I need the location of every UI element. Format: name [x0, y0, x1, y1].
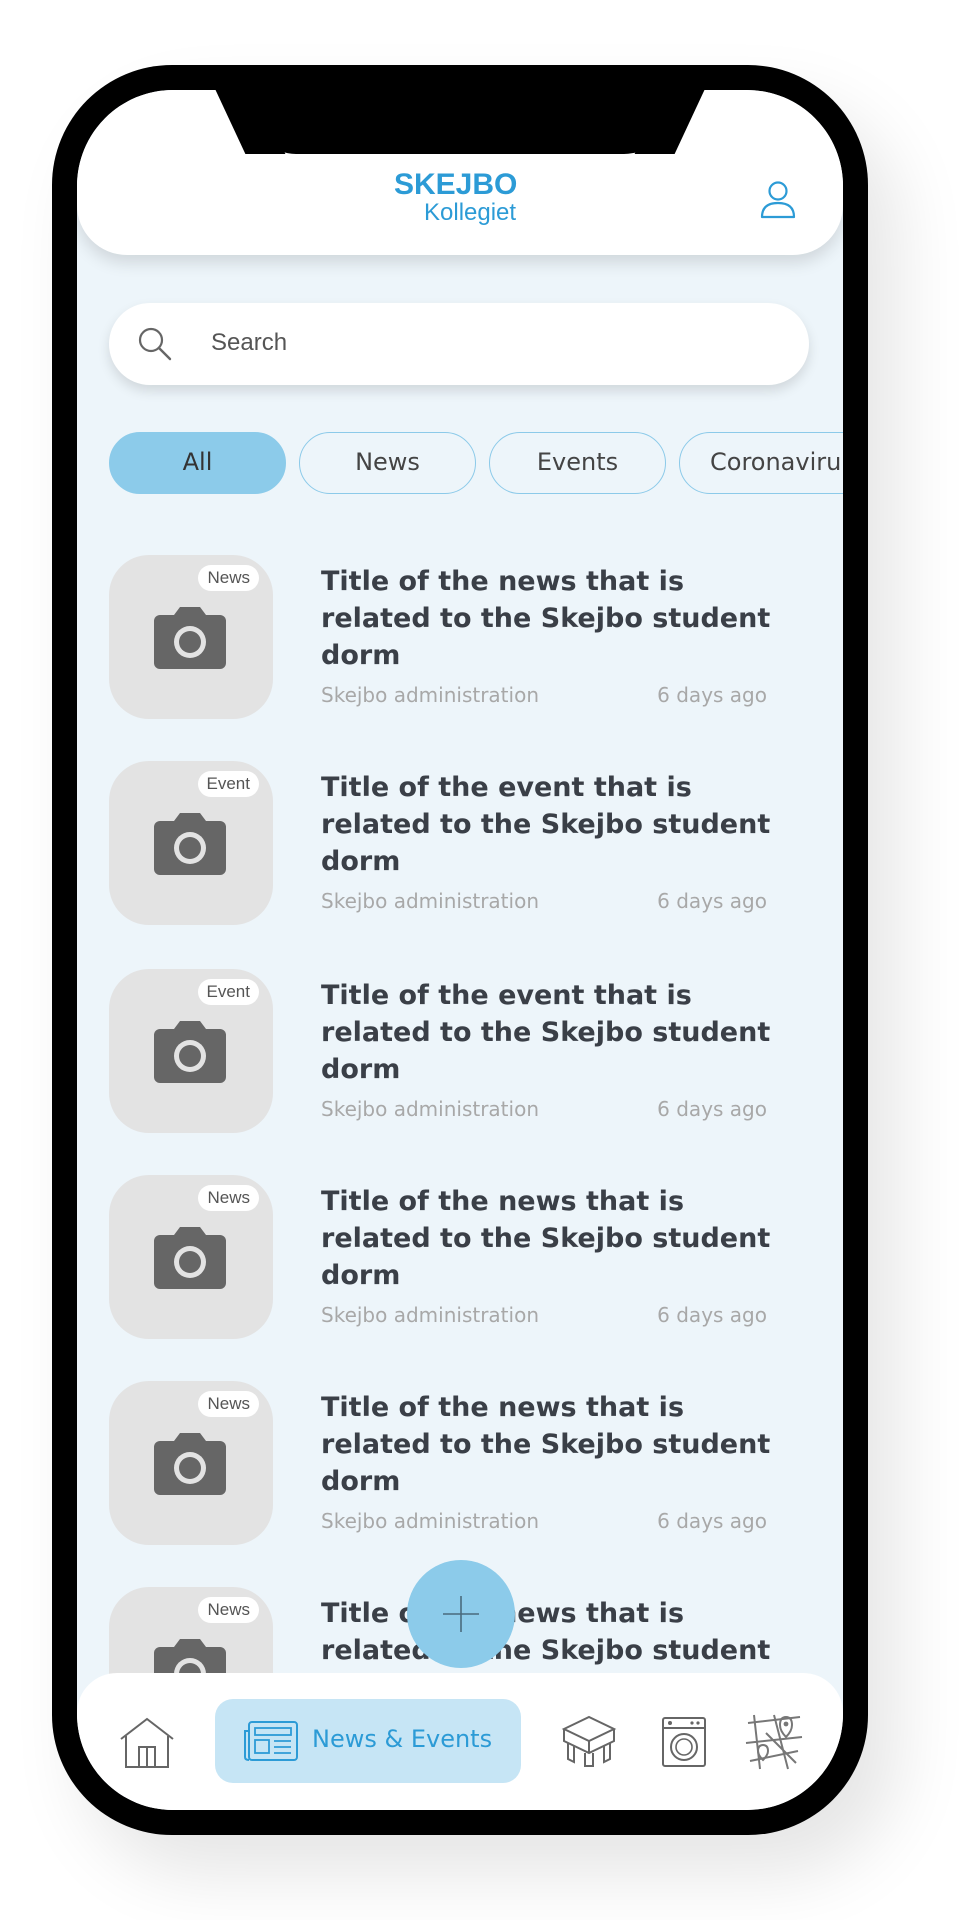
feed-item-title: Title of the news that is related to the…	[321, 1186, 771, 1291]
feed-item[interactable]: News Title of the news that is related to…	[109, 1381, 809, 1545]
feed-item[interactable]: News Title of the news that is related to…	[109, 1175, 809, 1339]
feed-item-title: Title of the event that is related to th…	[321, 980, 771, 1085]
app-screen: SKEJBO Kollegiet Search All News Events …	[77, 90, 843, 1810]
washing-machine-icon[interactable]	[660, 1715, 708, 1769]
phone-frame: SKEJBO Kollegiet Search All News Events …	[52, 65, 868, 1835]
tab-news-events-label: News & Events	[312, 1725, 493, 1753]
feed-item[interactable]: Event Title of the event that is related …	[109, 969, 809, 1133]
feed-item[interactable]: Event Title of the event that is related …	[109, 761, 809, 925]
house-icon[interactable]	[117, 1715, 177, 1769]
filter-chip-news[interactable]: News	[299, 432, 476, 494]
feed-item-author: Skejbo administration	[321, 1509, 539, 1533]
user-profile-icon[interactable]	[760, 180, 796, 220]
plus-icon	[443, 1596, 479, 1632]
filter-chips: All News Events Coronaviru	[109, 432, 843, 496]
feed-item-time: 6 days ago	[657, 1097, 767, 1121]
feed-item-author: Skejbo administration	[321, 889, 539, 913]
feed-item-image: Event	[109, 761, 273, 925]
feed-item-tag: News	[198, 1597, 259, 1623]
feed-item-time: 6 days ago	[657, 889, 767, 913]
feed-item[interactable]: News Title of the news that is related to…	[109, 555, 809, 719]
feed-item-tag: Event	[197, 979, 259, 1005]
filter-chip-events[interactable]: Events	[489, 432, 666, 494]
camera-icon	[154, 1227, 226, 1289]
notch	[252, 90, 668, 154]
feed-item-time: 6 days ago	[657, 1303, 767, 1327]
camera-icon	[154, 813, 226, 875]
feed-item-author: Skejbo administration	[321, 1303, 539, 1327]
search-bar[interactable]: Search	[109, 303, 809, 385]
newspaper-icon	[244, 1721, 298, 1761]
logo-title: SKEJBO	[394, 168, 518, 201]
feed-item-title: Title of the news that is related to the…	[321, 566, 771, 671]
feed-item-image: News	[109, 1381, 273, 1545]
feed-item-title: Title of the event that is related to th…	[321, 772, 771, 877]
furniture-icon[interactable]	[560, 1711, 618, 1769]
map-icon[interactable]	[744, 1713, 804, 1771]
app-logo[interactable]: SKEJBO Kollegiet	[394, 170, 534, 226]
camera-icon	[154, 1433, 226, 1495]
filter-chip-coronavirus[interactable]: Coronaviru	[679, 432, 843, 494]
feed-item-image: Event	[109, 969, 273, 1133]
camera-icon	[154, 607, 226, 669]
feed-item-tag: Event	[197, 771, 259, 797]
bottom-tab-bar: News & Events	[77, 1673, 843, 1810]
feed-item-tag: News	[198, 1391, 259, 1417]
camera-icon	[154, 1021, 226, 1083]
feed-item-tag: News	[198, 1185, 259, 1211]
search-icon	[138, 327, 172, 361]
feed-item-tag: News	[198, 565, 259, 591]
add-post-button[interactable]	[407, 1560, 515, 1668]
feed-item-title: Title of the news that is related to the…	[321, 1598, 771, 1666]
feed-item-author: Skejbo administration	[321, 1097, 539, 1121]
feed-item-author: Skejbo administration	[321, 683, 539, 707]
feed-item-image: News	[109, 555, 273, 719]
tab-news-events[interactable]: News & Events	[215, 1699, 521, 1783]
feed-item-image: News	[109, 1175, 273, 1339]
logo-subtitle: Kollegiet	[424, 199, 517, 226]
feed-item-title: Title of the news that is related to the…	[321, 1392, 771, 1497]
search-input[interactable]: Search	[211, 329, 287, 357]
feed-item-time: 6 days ago	[657, 1509, 767, 1533]
feed-item-time: 6 days ago	[657, 683, 767, 707]
filter-chip-all[interactable]: All	[109, 432, 286, 494]
